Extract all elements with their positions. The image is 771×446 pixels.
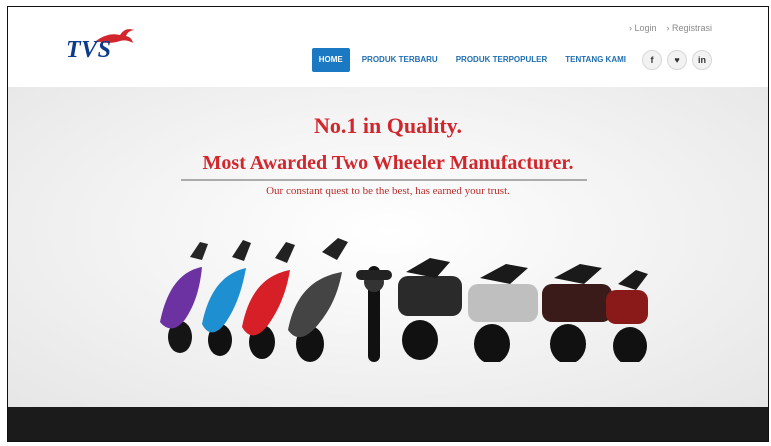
motorcycle-right-1 (398, 258, 462, 360)
nav-tentang-kami[interactable]: TENTANG KAMI (559, 49, 632, 71)
motorcycle-right-2 (468, 264, 538, 362)
tvs-logo[interactable]: TVS (66, 27, 136, 67)
motorcycle-center (356, 266, 392, 362)
motorcycle-lineup-image (160, 238, 648, 362)
linkedin-icon[interactable]: in (692, 50, 712, 70)
black-scooter (288, 238, 348, 362)
blue-scooter (202, 240, 251, 356)
logo-text: TVS (66, 37, 112, 63)
nav-produk-terbaru[interactable]: PRODUK TERBARU (356, 49, 444, 71)
red-scooter (242, 242, 295, 359)
site-header: TVS › Login › Registrasi HOME PRODUK TER… (8, 7, 768, 87)
account-links: › Login › Registrasi (629, 23, 712, 33)
nav-produk-terpopuler[interactable]: PRODUK TERPOPULER (450, 49, 554, 71)
motorcycle-far-right (606, 270, 648, 362)
browser-viewport: TVS › Login › Registrasi HOME PRODUK TER… (7, 6, 769, 442)
twitter-icon[interactable]: ♥ (667, 50, 687, 70)
hero-divider (181, 179, 587, 181)
purple-scooter (160, 242, 208, 353)
facebook-icon[interactable]: f (642, 50, 662, 70)
login-link[interactable]: › Login (629, 23, 657, 33)
motorcycle-right-3 (542, 264, 612, 362)
hero-banner: No.1 in Quality. Most Awarded Two Wheele… (8, 87, 768, 407)
hero-subheadline: Most Awarded Two Wheeler Manufacturer. (202, 152, 574, 174)
main-nav: HOME PRODUK TERBARU PRODUK TERPOPULER TE… (311, 48, 712, 72)
register-link[interactable]: › Registrasi (666, 23, 712, 33)
footer-bar (8, 407, 768, 441)
social-links: f ♥ in (642, 50, 712, 70)
hero-tagline: Our constant quest to be the best, has e… (266, 185, 510, 197)
hero-headline: No.1 in Quality. (314, 113, 462, 138)
nav-home[interactable]: HOME (311, 48, 350, 72)
